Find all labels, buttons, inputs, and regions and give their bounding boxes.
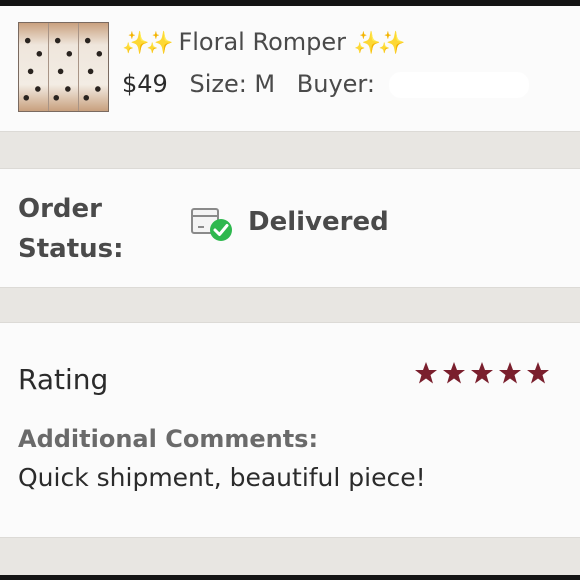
- thumbnail-panel: [49, 23, 79, 111]
- order-status-label-line2: Status:: [18, 234, 124, 264]
- star-rating: [414, 361, 550, 385]
- product-title-text: Floral Romper: [178, 28, 346, 56]
- product-size: Size: M: [189, 70, 276, 98]
- product-title[interactable]: ✨✨ Floral Romper ✨✨: [122, 28, 406, 56]
- order-status-card: Order Status: Delivered: [0, 168, 580, 288]
- rating-label: Rating: [18, 363, 109, 396]
- package-delivered-icon: [191, 208, 232, 241]
- order-status-label: Order Status:: [18, 189, 148, 269]
- star-icon: [443, 362, 465, 384]
- sparkle-icon: ✨✨: [122, 31, 174, 56]
- star-icon: [471, 362, 493, 384]
- product-price: $49: [122, 70, 168, 98]
- star-icon: [499, 362, 521, 384]
- thumbnail-panel: [79, 23, 108, 111]
- star-icon: [527, 362, 549, 384]
- product-thumbnail[interactable]: [18, 22, 109, 112]
- thumbnail-panel: [19, 23, 49, 111]
- order-status-label-line1: Order: [18, 194, 102, 224]
- order-status-value: Delivered: [248, 207, 389, 237]
- product-card[interactable]: ✨✨ Floral Romper ✨✨ $49 Size: M Buyer:: [0, 6, 580, 132]
- star-icon: [415, 362, 437, 384]
- rating-card: Rating Additional Comments: Quick shipme…: [0, 322, 580, 538]
- additional-comments-heading: Additional Comments:: [18, 425, 319, 453]
- product-meta: $49 Size: M Buyer:: [122, 70, 529, 98]
- buyer-label: Buyer:: [296, 70, 383, 98]
- sparkle-icon: ✨✨: [353, 31, 406, 56]
- bottom-edge: [0, 575, 580, 580]
- additional-comments-text: Quick shipment, beautiful piece!: [18, 463, 426, 492]
- buyer-name-redaction: [388, 72, 529, 98]
